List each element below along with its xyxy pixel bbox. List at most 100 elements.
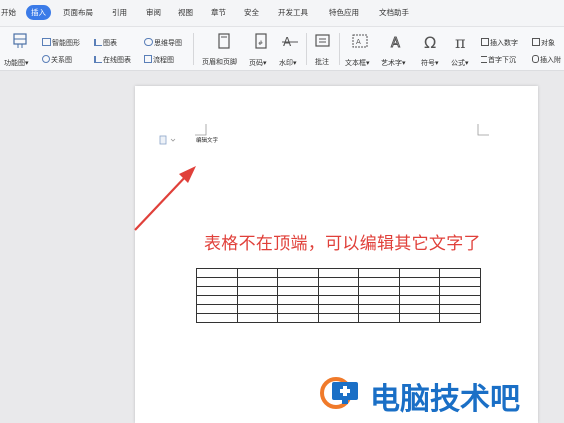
chart-button[interactable]: 图表	[94, 38, 117, 48]
separator	[193, 33, 194, 65]
table-cell[interactable]	[196, 277, 238, 287]
watermark-button[interactable]: 水印▾	[279, 58, 297, 68]
mind-map-button[interactable]: 思维导图	[144, 38, 182, 48]
relation-chart-button[interactable]: 关系图	[42, 55, 72, 65]
smart-shape-icon	[42, 38, 51, 46]
symbol-icon[interactable]: Ω	[420, 31, 444, 53]
table-cell[interactable]	[398, 277, 440, 287]
header-footer-button[interactable]: 页眉和页脚	[202, 57, 237, 67]
tab-security[interactable]: 安全	[244, 6, 259, 20]
table-cell[interactable]	[439, 313, 481, 323]
header-footer-icon[interactable]	[212, 31, 236, 53]
margin-corner	[195, 124, 207, 136]
table-cell[interactable]	[196, 286, 238, 296]
table-cell[interactable]	[439, 286, 481, 296]
tab-chapter[interactable]: 章节	[211, 6, 226, 20]
table-row	[196, 295, 481, 305]
formula-icon[interactable]: π	[451, 31, 475, 53]
table-cell[interactable]	[317, 304, 359, 314]
table-cell[interactable]	[398, 268, 440, 278]
table-cell[interactable]	[236, 286, 278, 296]
table-cell[interactable]	[277, 304, 319, 314]
table-row	[196, 286, 481, 296]
tab-review[interactable]: 审阅	[146, 6, 161, 20]
table-cell[interactable]	[439, 277, 481, 287]
table-cell[interactable]	[358, 286, 400, 296]
tab-dev-tools[interactable]: 开发工具	[278, 6, 308, 20]
page-number-button[interactable]: 页码▾	[249, 58, 267, 68]
tab-insert[interactable]: 插入	[26, 5, 51, 20]
flow-chart-button[interactable]: 流程图	[144, 55, 174, 65]
table-cell[interactable]	[439, 268, 481, 278]
smart-shape-button[interactable]: 智能图形	[42, 38, 80, 48]
tab-special-apps[interactable]: 特色应用	[329, 6, 359, 20]
wordart-button[interactable]: 艺术字▾	[381, 58, 406, 68]
watermark-icon[interactable]: A	[278, 31, 302, 53]
mind-map-icon	[144, 38, 153, 46]
textbox-icon[interactable]: A	[348, 31, 372, 53]
table-cell[interactable]	[277, 277, 319, 287]
menu-bar: 开始 插入 页面布局 引用 审阅 视图 章节 安全 开发工具 特色应用 文档助手	[0, 0, 564, 27]
document-table[interactable]	[196, 268, 481, 323]
table-cell[interactable]	[398, 295, 440, 305]
paragraph-layout-icon[interactable]	[159, 135, 179, 145]
page-number-icon[interactable]: #	[249, 31, 273, 53]
table-cell[interactable]	[317, 277, 359, 287]
table-cell[interactable]	[358, 313, 400, 323]
table-cell[interactable]	[277, 313, 319, 323]
drop-cap-button[interactable]: 首字下沉	[481, 55, 516, 65]
svg-text:A: A	[356, 38, 361, 46]
online-chart-button[interactable]: 在线图表	[94, 55, 131, 65]
table-cell[interactable]	[196, 295, 238, 305]
formula-button[interactable]: 公式▾	[451, 58, 469, 68]
table-cell[interactable]	[236, 304, 278, 314]
table-cell[interactable]	[196, 268, 238, 278]
table-cell[interactable]	[358, 268, 400, 278]
edit-text[interactable]: 编辑文字	[196, 136, 218, 144]
table-cell[interactable]	[398, 286, 440, 296]
comment-icon[interactable]	[311, 31, 335, 53]
table-row	[196, 268, 481, 278]
textbox-button[interactable]: 文本框▾	[345, 58, 370, 68]
table-cell[interactable]	[277, 268, 319, 278]
table-cell[interactable]	[439, 295, 481, 305]
object-button[interactable]: 对象	[532, 38, 555, 48]
insert-more-button[interactable]: 插入附	[532, 55, 561, 65]
table-cell[interactable]	[317, 313, 359, 323]
table-cell[interactable]	[439, 304, 481, 314]
attachment-icon	[532, 55, 539, 63]
table-cell[interactable]	[236, 313, 278, 323]
table-cell[interactable]	[358, 277, 400, 287]
table-cell[interactable]	[358, 304, 400, 314]
table-cell[interactable]	[196, 304, 238, 314]
tab-home[interactable]: 开始	[1, 6, 16, 20]
comment-button[interactable]: 批注	[315, 57, 329, 67]
function-chart-button[interactable]: 功能图▾	[4, 58, 29, 68]
margin-corner	[477, 124, 489, 136]
table-cell[interactable]	[317, 286, 359, 296]
table-cell[interactable]	[277, 286, 319, 296]
tab-page-layout[interactable]: 页面布局	[63, 6, 93, 20]
red-arrow	[134, 166, 196, 231]
function-chart-icon[interactable]	[8, 31, 32, 53]
symbol-button[interactable]: 符号▾	[421, 58, 439, 68]
insert-number-button[interactable]: 插入数字	[481, 38, 518, 48]
separator	[306, 33, 307, 65]
svg-text:A: A	[391, 36, 400, 51]
table-cell[interactable]	[277, 295, 319, 305]
table-cell[interactable]	[398, 304, 440, 314]
tab-view[interactable]: 视图	[178, 6, 193, 20]
tab-doc-assistant[interactable]: 文档助手	[379, 6, 409, 20]
tab-references[interactable]: 引用	[112, 6, 127, 20]
table-cell[interactable]	[236, 268, 278, 278]
table-cell[interactable]	[317, 268, 359, 278]
table-cell[interactable]	[236, 277, 278, 287]
table-cell[interactable]	[358, 295, 400, 305]
table-cell[interactable]	[196, 313, 238, 323]
table-cell[interactable]	[236, 295, 278, 305]
wordart-icon[interactable]: A	[385, 31, 409, 53]
table-cell[interactable]	[317, 295, 359, 305]
table-cell[interactable]	[398, 313, 440, 323]
table-row	[196, 313, 481, 323]
number-icon	[481, 38, 489, 46]
